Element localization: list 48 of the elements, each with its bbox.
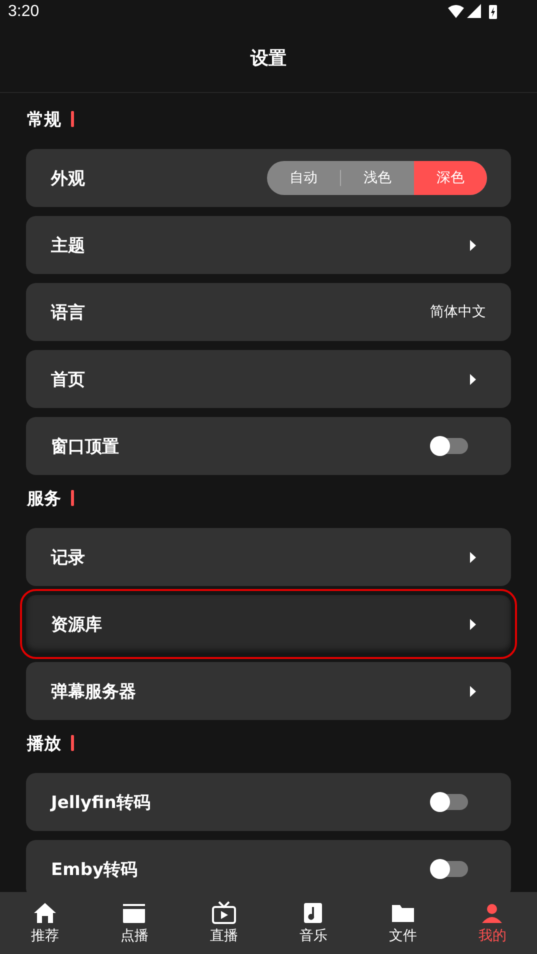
toggle-switch[interactable] (432, 794, 468, 810)
tv-icon (210, 901, 237, 925)
section-title: 播放 (27, 732, 61, 754)
row-value: 简体中文 (430, 303, 486, 321)
section-accent (71, 111, 74, 127)
section-accent (71, 490, 74, 506)
row-label: 主题 (51, 234, 85, 256)
nav-tab[interactable]: 直播 (179, 892, 268, 954)
page-title: 设置 (250, 47, 286, 70)
section-title: 服务 (27, 488, 61, 510)
settings-row[interactable]: 外观 自动 浅色 深色 (26, 149, 511, 207)
chevron-right-icon (470, 374, 476, 384)
settings-row[interactable]: 资源库 (26, 595, 511, 653)
nav-tab[interactable]: 点播 (90, 892, 179, 954)
row-label: 语言 (51, 302, 85, 324)
segment-option[interactable]: 浅色 (341, 161, 414, 195)
row-label: 首页 (51, 368, 85, 390)
row-label: 弹幕服务器 (51, 680, 136, 702)
toggle-switch[interactable] (432, 438, 468, 454)
nav-tab[interactable]: 音乐 (268, 892, 358, 954)
settings-row[interactable]: 语言 简体中文 (26, 283, 511, 341)
settings-row[interactable]: 窗口顶置 (26, 417, 511, 475)
settings-row[interactable]: 弹幕服务器 (26, 662, 511, 720)
clapper-icon (121, 901, 148, 925)
row-label: 记录 (51, 546, 85, 568)
row-label: 资源库 (51, 614, 102, 636)
toggle-switch[interactable] (432, 861, 468, 877)
nav-tab[interactable]: 我的 (448, 892, 537, 954)
row-label: 窗口顶置 (51, 436, 119, 458)
section-accent (71, 735, 74, 751)
nav-tab[interactable]: 文件 (358, 892, 448, 954)
settings-row[interactable]: 主题 (26, 216, 511, 274)
row-label: 外观 (51, 168, 85, 190)
section-title: 常规 (27, 108, 61, 130)
settings-row[interactable]: Emby转码 (26, 840, 511, 892)
chevron-right-icon (470, 240, 476, 250)
settings-row[interactable]: 记录 (26, 528, 511, 586)
segment-option[interactable]: 自动 (267, 161, 340, 195)
settings-row[interactable]: 首页 (26, 350, 511, 408)
chevron-right-icon (470, 552, 476, 562)
status-time: 3:20 (8, 3, 40, 21)
home-icon (32, 901, 58, 925)
settings-row[interactable]: Jellyfin转码 (26, 773, 511, 831)
chevron-right-icon (470, 618, 476, 630)
row-label: Jellyfin转码 (51, 792, 150, 814)
row-label: Emby转码 (51, 858, 138, 880)
chevron-right-icon (470, 686, 476, 696)
nav-tab[interactable]: 推荐 (0, 892, 90, 954)
